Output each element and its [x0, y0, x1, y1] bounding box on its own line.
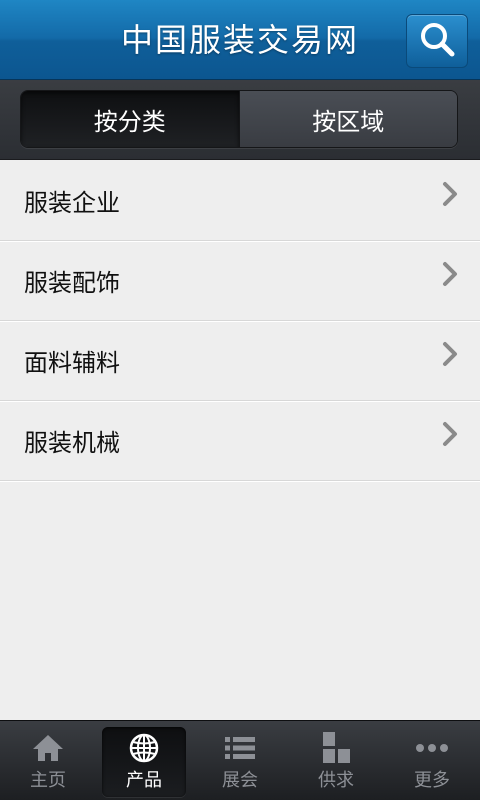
nav-label-more: 更多: [414, 770, 450, 791]
app-screen: 中国服装交易网 按分类 按区域 服装企业 服装配饰 面料辅料 服装机械 主页 产…: [0, 0, 480, 800]
tab-by-category-label: 按分类: [93, 107, 166, 136]
list-item-label: 服装企业: [24, 189, 120, 217]
search-icon: [418, 20, 456, 62]
nav-item-supply-demand[interactable]: 供求: [288, 721, 384, 800]
nav-item-home[interactable]: 主页: [0, 721, 96, 800]
list-item[interactable]: 服装配饰: [0, 241, 480, 321]
list-item-label: 服装机械: [24, 429, 120, 457]
nav-label-supply-demand: 供求: [318, 770, 354, 791]
list-item-label: 面料辅料: [24, 349, 120, 377]
category-list: 服装企业 服装配饰 面料辅料 服装机械: [0, 161, 480, 481]
nav-label-home: 主页: [30, 770, 66, 791]
tab-by-category[interactable]: 按分类: [21, 91, 239, 147]
chevron-right-icon: [442, 261, 458, 291]
header-bar: 中国服装交易网: [0, 0, 480, 80]
nav-label-products: 产品: [126, 770, 162, 791]
list-icon: [223, 731, 257, 765]
bottom-nav: 主页 产品 展会 供求 更多: [0, 720, 480, 800]
nav-item-exhibitions[interactable]: 展会: [192, 721, 288, 800]
chevron-right-icon: [442, 341, 458, 371]
segment-control: 按分类 按区域: [20, 90, 458, 148]
list-item[interactable]: 服装机械: [0, 401, 480, 481]
globe-icon: [127, 731, 161, 765]
home-icon: [31, 731, 65, 765]
blocks-icon: [319, 731, 353, 765]
chevron-right-icon: [442, 421, 458, 451]
chevron-right-icon: [442, 181, 458, 211]
segment-bar: 按分类 按区域: [0, 80, 480, 160]
nav-item-products[interactable]: 产品: [96, 721, 192, 800]
list-item[interactable]: 服装企业: [0, 161, 480, 241]
tab-by-region-label: 按区域: [312, 107, 385, 136]
search-button[interactable]: [406, 14, 468, 68]
more-icon: [415, 731, 449, 765]
nav-item-more[interactable]: 更多: [384, 721, 480, 800]
tab-by-region[interactable]: 按区域: [238, 91, 457, 147]
nav-label-exhibitions: 展会: [222, 770, 258, 791]
list-item-label: 服装配饰: [24, 269, 120, 297]
list-item[interactable]: 面料辅料: [0, 321, 480, 401]
